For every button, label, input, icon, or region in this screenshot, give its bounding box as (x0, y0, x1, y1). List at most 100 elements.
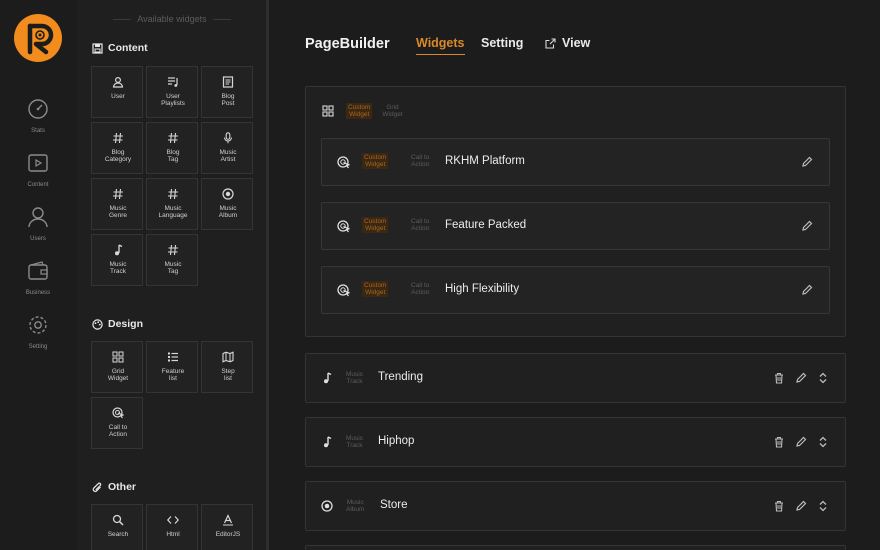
widget-tile-blog-category[interactable]: Blog Category (91, 122, 143, 174)
type-badge: Call to Action (411, 218, 430, 232)
widget-tile-search[interactable]: Search (91, 504, 143, 550)
grid-icon (322, 105, 334, 117)
tile-label: User (111, 93, 125, 100)
cta-icon (337, 156, 350, 169)
tab-view[interactable]: View (545, 36, 590, 50)
group-header: Custom Widget Grid Widget (322, 103, 405, 119)
reorder-icon[interactable] (817, 499, 829, 512)
tile-label: Music Artist (219, 149, 237, 163)
row-actions (763, 435, 829, 448)
widget-item[interactable]: Custom Widget Call to Action RKHM Platfo… (321, 138, 830, 186)
widget-row[interactable]: Music Album Store (305, 481, 846, 531)
pencil-icon[interactable] (801, 284, 813, 296)
playlist-icon (168, 77, 178, 87)
widget-tile-html[interactable]: Html (146, 504, 198, 550)
reorder-icon[interactable] (817, 371, 829, 384)
tile-label: Blog Post (221, 93, 235, 107)
category-other: Other (92, 481, 136, 493)
tile-label: Blog Tag (166, 149, 180, 163)
mic-icon (224, 132, 232, 144)
row-actions (763, 499, 829, 512)
widget-tile-music-genre[interactable]: Music Genre (91, 178, 143, 230)
user-icon (112, 76, 124, 88)
user-icon (28, 207, 48, 228)
hash-icon (113, 188, 123, 200)
tile-label: Music Album (218, 205, 238, 219)
cta-icon (337, 220, 350, 233)
tab-setting[interactable]: Setting (481, 36, 523, 50)
widget-row-partial[interactable] (305, 545, 846, 550)
widget-row[interactable]: Music Track Hiphop (305, 417, 846, 467)
category-label: Other (108, 481, 137, 493)
tab-label: View (562, 36, 591, 50)
pencil-icon[interactable] (795, 371, 807, 383)
pencil-icon[interactable] (801, 156, 813, 168)
custom-widget-badge: Custom Widget (346, 103, 373, 119)
page-title: PageBuilder (305, 36, 390, 52)
widget-tile-music-language[interactable]: Music Language (146, 178, 198, 230)
sidebar-title: Available widgets (78, 14, 266, 24)
external-link-icon (545, 37, 556, 49)
widget-sidebar: Available widgets Content User User Play… (78, 0, 266, 550)
widget-tile-music-track[interactable]: Music Track (91, 234, 143, 286)
widget-tile-music-artist[interactable]: Music Artist (201, 122, 253, 174)
widget-tile-blog-post[interactable]: Blog Post (201, 66, 253, 118)
custom-widget-badge: Custom Widget (362, 217, 389, 233)
widget-tile-music-album[interactable]: Music Album (201, 178, 253, 230)
nav-item-users[interactable]: Users (0, 206, 76, 242)
widget-tile-call-to-action[interactable]: Call to Action (91, 397, 143, 449)
widget-tile-blog-tag[interactable]: Blog Tag (146, 122, 198, 174)
type-badge: Music Track (346, 435, 363, 449)
gear-icon (29, 316, 47, 334)
widget-tile-feature-list[interactable]: Feature list (146, 341, 198, 393)
app: Stats Content Users Business Setting Ava… (0, 0, 880, 550)
nav-item-business[interactable]: Business (0, 260, 76, 296)
map-icon (222, 351, 234, 363)
trash-icon[interactable] (773, 499, 785, 512)
widget-tile-music-tag[interactable]: Music Tag (146, 234, 198, 286)
trash-icon[interactable] (773, 435, 785, 448)
nav-item-label: Users (30, 236, 46, 242)
category-content: Content (92, 42, 148, 54)
widget-name: High Flexibility (445, 283, 520, 295)
music-note-icon (324, 372, 332, 384)
widget-tile-editorjs[interactable]: EditorJS (201, 504, 253, 550)
grid-widget-group: Custom Widget Grid Widget Custom Widget … (305, 86, 846, 337)
nav-item-setting[interactable]: Setting (0, 314, 76, 350)
widget-tile-grid-widget[interactable]: Grid Widget (91, 341, 143, 393)
type-badge: Call to Action (411, 154, 430, 168)
music-note-icon (115, 244, 123, 256)
tab-widgets[interactable]: Widgets (416, 36, 465, 55)
logo[interactable] (14, 14, 62, 62)
pencil-icon[interactable] (795, 435, 807, 447)
tile-label: Music Tag (164, 261, 182, 275)
pencil-icon[interactable] (801, 220, 813, 232)
widget-item[interactable]: Custom Widget Call to Action Feature Pac… (321, 202, 830, 250)
widget-item[interactable]: Custom Widget Call to Action High Flexib… (321, 266, 830, 314)
main-panel: PageBuilder Widgets Setting View Custom … (269, 0, 880, 550)
save-icon (92, 42, 103, 54)
tile-label: User Playlists (161, 93, 185, 107)
list-icon (168, 352, 178, 362)
nav-item-content[interactable]: Content (0, 152, 76, 188)
widget-name: Hiphop (378, 435, 415, 447)
category-label: Design (108, 318, 144, 330)
tile-label: Music Genre (108, 205, 128, 219)
wallet-icon (28, 261, 48, 280)
widget-name: Trending (378, 371, 423, 383)
nav-item-stats[interactable]: Stats (0, 98, 76, 134)
type-badge: Music Album (346, 499, 365, 513)
trash-icon[interactable] (773, 371, 785, 384)
type-badge: Music Track (346, 371, 363, 385)
palette-icon (92, 318, 103, 330)
widget-tile-user[interactable]: User (91, 66, 143, 118)
reorder-icon[interactable] (817, 435, 829, 448)
widget-row[interactable]: Music Track Trending (305, 353, 846, 403)
tile-label: Step list (221, 368, 235, 382)
widget-tile-step-list[interactable]: Step list (201, 341, 253, 393)
pencil-icon[interactable] (795, 499, 807, 511)
search-icon (112, 514, 124, 526)
nav-item-label: Setting (28, 344, 48, 350)
widget-tile-user-playlists[interactable]: User Playlists (146, 66, 198, 118)
custom-widget-badge: Custom Widget (362, 281, 389, 297)
